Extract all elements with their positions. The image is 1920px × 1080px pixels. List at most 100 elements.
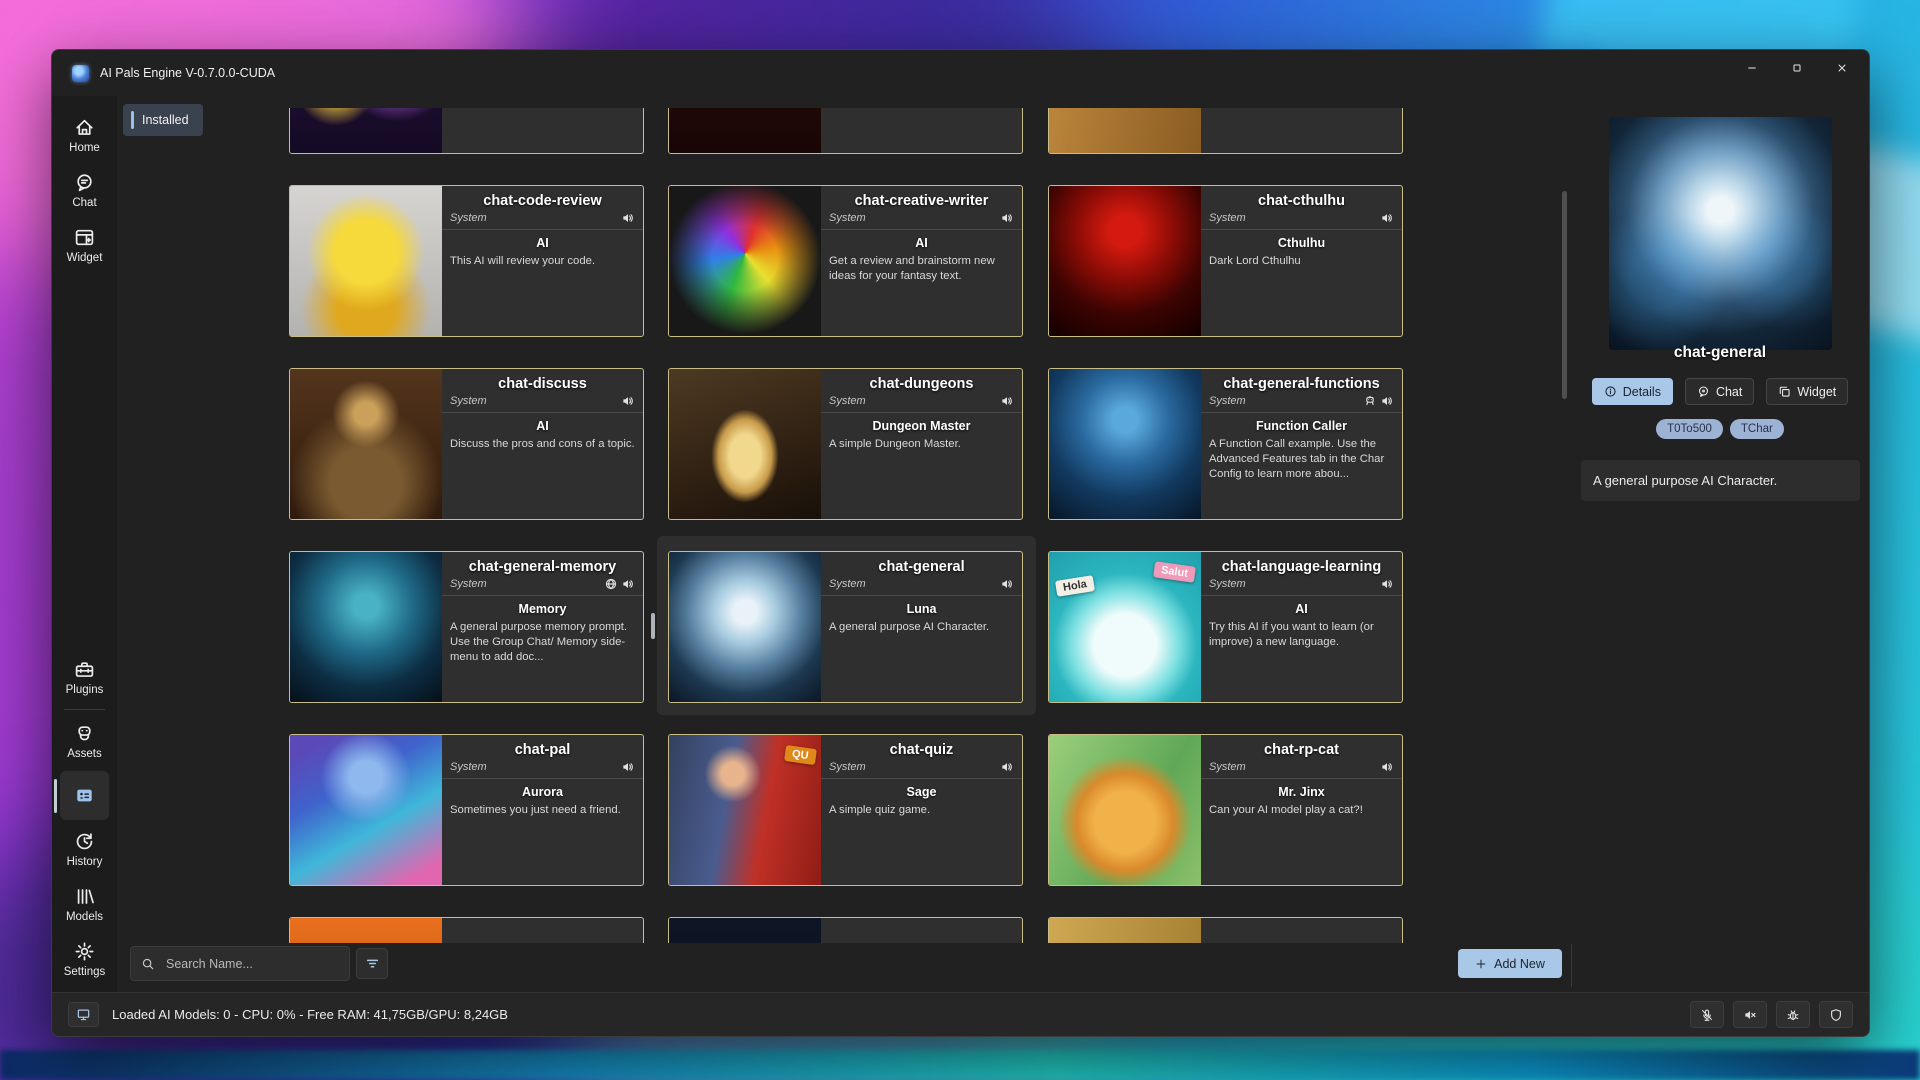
sidebar-divider [64,709,105,710]
assets-icon [74,723,95,744]
minimize-icon [1746,62,1758,74]
character-card-icons [1380,211,1394,225]
character-card-partial[interactable] [1048,917,1403,943]
sidebar-item-models[interactable]: Models [52,877,117,932]
speaker-icon [1380,760,1394,774]
sidebar-item-settings[interactable]: Settings [52,932,117,987]
details-button[interactable]: Details [1592,378,1673,405]
speaker-icon [621,760,635,774]
character-card-chat-cthulhu[interactable]: chat-cthulhuSystemCthulhuDark Lord Cthul… [1048,185,1403,337]
character-name: Mr. Jinx [1209,785,1394,799]
character-description: This AI will review your code. [450,254,635,269]
sidebar-item-label: Plugins [66,684,104,696]
bug-icon [1786,1008,1800,1022]
character-description: Can your AI model play a cat?! [1209,803,1394,818]
character-card-chat-dungeons[interactable]: chat-dungeonsSystemDungeon MasterA simpl… [668,368,1023,520]
character-card-chat-language-learning[interactable]: HolaSalutchat-language-learningSystemAIT… [1048,551,1403,703]
character-description: Discuss the pros and cons of a topic. [450,437,635,452]
speaker-icon [1000,577,1014,591]
mic-muted-button[interactable] [1690,1001,1724,1028]
character-card-body [442,108,643,153]
character-card-chat-code-review[interactable]: chat-code-reviewSystemAIThis AI will rev… [289,185,644,337]
titlebar[interactable]: AI Pals Engine V-0.7.0.0-CUDA [52,50,1869,96]
tag-T0To500[interactable]: T0To500 [1656,419,1723,439]
character-description: Sometimes you just need a friend. [450,803,635,818]
globe-icon [604,577,618,591]
character-card-meta: System [829,210,1014,226]
card-divider [821,595,1022,596]
add-new-button[interactable]: Add New [1458,949,1562,978]
add-new-label: Add New [1494,957,1545,971]
sidebar-item-assets[interactable]: Assets [52,714,117,769]
shield-button[interactable] [1819,1001,1853,1028]
sidebar-item-chat[interactable]: Chat [52,163,117,218]
character-card-partial[interactable] [668,108,1023,154]
bug-button[interactable] [1776,1001,1810,1028]
character-card-meta: System [1209,210,1394,226]
tag-TChar[interactable]: TChar [1730,419,1784,439]
window-controls [1731,53,1863,83]
sidebar-item-label: Assets [67,748,102,760]
character-card-title: chat-general-functions [1209,376,1394,392]
detail-actions: Details Chat Widget [1580,378,1860,405]
speaker-muted-button[interactable] [1733,1001,1767,1028]
character-card-chat-creative-writer[interactable]: chat-creative-writerSystemAIGet a review… [668,185,1023,337]
search-name-input[interactable] [164,956,339,972]
character-card-body [1201,918,1402,943]
scrollbar-thumb[interactable] [1562,191,1567,399]
sidebar-item-home[interactable]: Home [52,108,117,163]
character-card-partial[interactable] [289,108,644,154]
character-author: System [450,761,487,773]
character-card-partial[interactable] [289,917,644,943]
character-card-chat-general[interactable]: chat-generalSystemLunaA general purpose … [668,551,1023,703]
character-card-chat-general-memory[interactable]: chat-general-memorySystemMemoryA general… [289,551,644,703]
character-name: Function Caller [1209,419,1394,433]
character-name: AI [1209,602,1394,616]
minimize-button[interactable] [1731,53,1773,83]
character-card-icons [1380,577,1394,591]
filter-button[interactable] [356,948,388,979]
character-card-chat-rp-cat[interactable]: chat-rp-catSystemMr. JinxCan your AI mod… [1048,734,1403,886]
character-card-icons [621,760,635,774]
character-thumbnail: HolaSalut [1049,552,1201,702]
chat-button[interactable]: Chat [1685,378,1754,405]
sidebar-item-characters[interactable] [52,769,117,822]
character-card-body: chat-general-memorySystemMemoryA general… [442,552,643,702]
image-sign-text: QU [784,745,816,765]
speaker-icon [1380,211,1394,225]
character-card-body: chat-generalSystemLunaA general purpose … [821,552,1022,702]
character-thumbnail [669,108,821,153]
maximize-button[interactable] [1776,53,1818,83]
character-card-partial[interactable] [668,917,1023,943]
shield-icon [1829,1008,1843,1022]
sidebar-item-plugins[interactable]: Plugins [52,650,117,705]
close-button[interactable] [1821,53,1863,83]
character-card-chat-discuss[interactable]: chat-discussSystemAIDiscuss the pros and… [289,368,644,520]
character-card-chat-pal[interactable]: chat-palSystemAuroraSometimes you just n… [289,734,644,886]
status-bar: Loaded AI Models: 0 - CPU: 0% - Free RAM… [52,992,1869,1036]
search-box[interactable] [130,946,350,981]
character-card-chat-quiz[interactable]: QUchat-quizSystemSageA simple quiz game. [668,734,1023,886]
character-thumbnail [1049,186,1201,336]
sidebar-item-history[interactable]: History [52,822,117,877]
sidebar-item-widget[interactable]: Widget [52,218,117,273]
character-card-title: chat-quiz [829,742,1014,758]
character-card-icons [621,394,635,408]
app-title: AI Pals Engine V-0.7.0.0-CUDA [100,66,275,80]
wallpaper-bottom-strip [0,1050,1920,1080]
character-card-chat-general-functions[interactable]: chat-general-functionsSystemFunction Cal… [1048,368,1403,520]
widget-button[interactable]: Widget [1766,378,1848,405]
sidebar-item-label: Home [69,142,100,154]
character-name: Aurora [450,785,635,799]
speaker-icon [1380,394,1394,408]
scrollbar[interactable] [1562,108,1567,943]
speaker-icon [621,577,635,591]
character-card-icons [1000,394,1014,408]
close-icon [1836,62,1848,74]
settings-icon [74,941,95,962]
character-card-partial[interactable] [1048,108,1403,154]
character-card-title: chat-general [829,559,1014,575]
history-icon [74,831,95,852]
gpu-monitor-button[interactable] [68,1002,99,1027]
character-card-body [821,108,1022,153]
